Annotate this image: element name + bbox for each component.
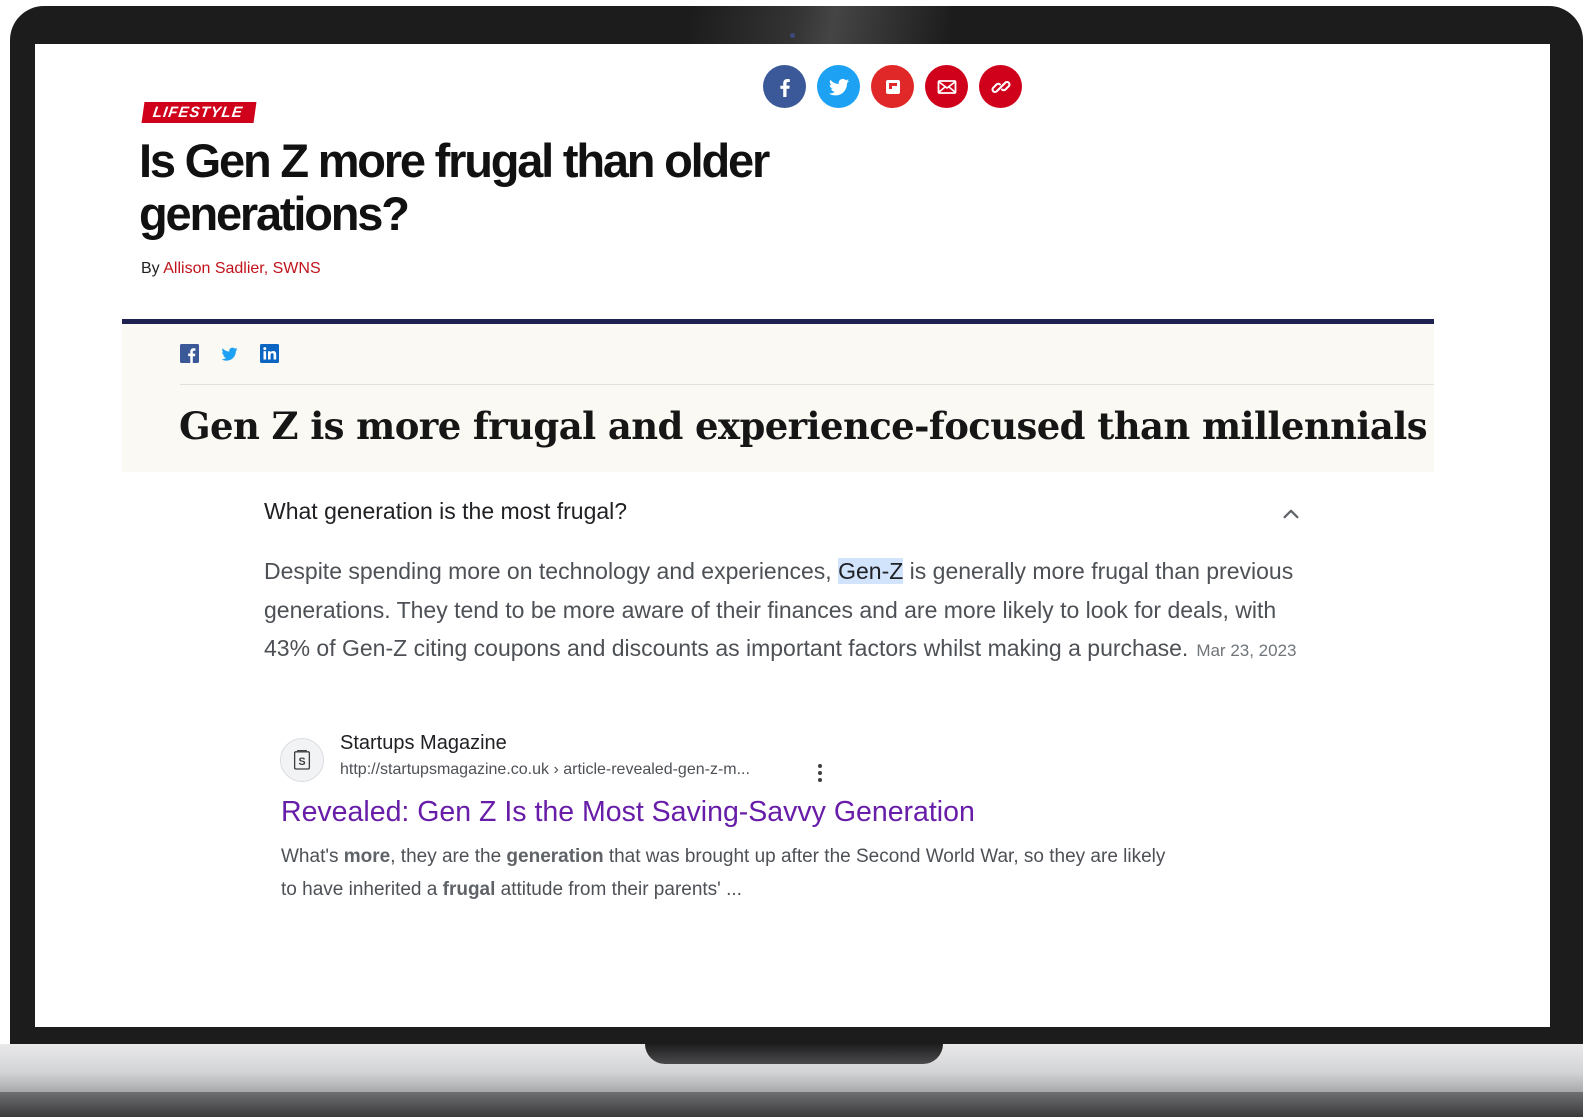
laptop-lid-notch (645, 1044, 943, 1064)
embed-linkedin-button[interactable] (260, 344, 279, 363)
author-link[interactable]: Allison Sadlier, SWNS (163, 260, 320, 277)
snippet-bold-term: frugal (442, 879, 496, 900)
snippet-bold-term: generation (506, 846, 604, 867)
twitter-icon (221, 347, 238, 361)
email-icon (937, 79, 956, 94)
copy-link-button[interactable] (979, 65, 1022, 108)
answer-text-start: Despite spending more on technology and … (264, 558, 839, 584)
flipboard-icon (885, 79, 900, 94)
embed-facebook-button[interactable] (180, 344, 199, 363)
flipboard-share-button[interactable] (871, 65, 914, 108)
search-result-snippet: What's more, they are the generation tha… (281, 840, 1181, 906)
source-favicon[interactable]: S (280, 738, 324, 782)
lid-reflection (690, 6, 950, 44)
snippet-part: What's (281, 846, 344, 867)
snippet-part: attitude from their parents' ... (495, 879, 742, 900)
embed-article-title[interactable]: Gen Z is more frugal and experience-focu… (179, 404, 1428, 448)
source-site-name[interactable]: Startups Magazine (340, 732, 507, 755)
link-icon (991, 80, 1010, 93)
email-share-button[interactable] (925, 65, 968, 108)
favicon-letter: S (298, 756, 305, 768)
laptop-screen: LIFESTYLE Is Gen Z more frugal than olde… (35, 44, 1550, 1027)
laptop-base-edge (0, 1092, 1583, 1117)
chevron-up-icon[interactable] (1280, 503, 1302, 525)
twitter-share-button[interactable] (817, 65, 860, 108)
startups-magazine-logo-icon: S (293, 750, 311, 770)
more-options-icon[interactable] (816, 762, 824, 784)
byline-prefix: By (141, 260, 160, 277)
snippet-part: , they are the (390, 846, 507, 867)
embed-divider (180, 384, 1434, 385)
article-headline: Is Gen Z more frugal than older generati… (139, 134, 770, 240)
featured-snippet-question[interactable]: What generation is the most frugal? (264, 498, 627, 525)
byline: By Allison Sadlier, SWNS (141, 260, 321, 278)
webcam-icon (790, 33, 795, 38)
embed-twitter-button[interactable] (220, 344, 239, 363)
facebook-icon (779, 78, 790, 97)
snippet-bold-term: more (343, 846, 391, 867)
embed-share-row (180, 344, 279, 363)
category-tag[interactable]: LIFESTYLE (141, 102, 257, 123)
embedded-article-card: Gen Z is more frugal and experience-focu… (122, 319, 1434, 472)
facebook-icon (180, 344, 199, 363)
share-toolbar (763, 65, 1022, 108)
answer-highlight: Gen-Z (838, 558, 904, 584)
source-url[interactable]: http://startupsmagazine.co.uk › article-… (340, 761, 750, 779)
linkedin-icon (260, 344, 279, 363)
answer-date: Mar 23, 2023 (1196, 641, 1297, 660)
search-result-title-link[interactable]: Revealed: Gen Z Is the Most Saving-Savvy… (281, 796, 975, 829)
facebook-share-button[interactable] (763, 65, 806, 108)
featured-snippet-answer: Despite spending more on technology and … (264, 552, 1304, 671)
twitter-icon (828, 78, 849, 95)
